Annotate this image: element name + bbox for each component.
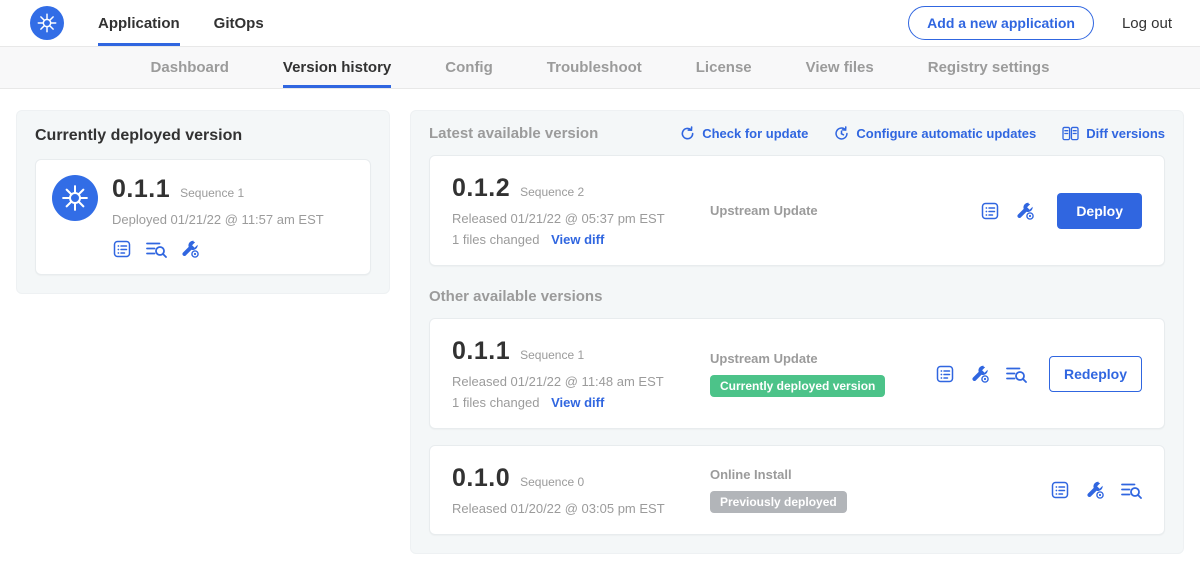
- deployed-version-number: 0.1.1: [112, 175, 170, 204]
- subnav-item-license[interactable]: License: [696, 47, 752, 88]
- check-for-update-label: Check for update: [702, 126, 808, 141]
- configure-automatic-updates-label: Configure automatic updates: [856, 126, 1036, 141]
- diff-versions-label: Diff versions: [1086, 126, 1165, 141]
- check-for-update-link[interactable]: Check for update: [680, 126, 808, 141]
- view-diff-link[interactable]: View diff: [551, 232, 604, 247]
- diff-versions-link[interactable]: Diff versions: [1062, 126, 1165, 141]
- redeploy-button[interactable]: Redeploy: [1049, 356, 1142, 392]
- subnav-item-config[interactable]: Config: [445, 47, 492, 88]
- edit-config-icon[interactable]: [1015, 201, 1035, 221]
- auto-update-clock-icon: [834, 126, 849, 141]
- deployed-version-card: 0.1.1 Sequence 1 Deployed 01/21/22 @ 11:…: [35, 159, 371, 275]
- subnav-item-registry-settings[interactable]: Registry settings: [928, 47, 1050, 88]
- diff-columns-icon: [1062, 126, 1079, 141]
- kubernetes-logo-icon: [30, 6, 64, 40]
- edit-config-icon[interactable]: [180, 239, 200, 259]
- other-versions-title: Other available versions: [429, 288, 1165, 305]
- edit-config-icon[interactable]: [1085, 480, 1105, 500]
- view-files-icon[interactable]: [145, 239, 167, 259]
- sequence-label: Sequence 1: [520, 348, 584, 362]
- app-logo-icon: [52, 175, 98, 221]
- tab-gitops-label: GitOps: [214, 15, 264, 32]
- release-notes-icon[interactable]: [935, 364, 955, 384]
- tab-application[interactable]: Application: [98, 0, 180, 46]
- deployed-sequence-label: Sequence 1: [180, 186, 244, 200]
- tab-application-label: Application: [98, 15, 180, 32]
- files-changed-count: 1 files changed: [452, 395, 539, 410]
- subnav-item-dashboard[interactable]: Dashboard: [151, 47, 229, 88]
- released-timestamp: Released 01/21/22 @ 11:48 am EST: [452, 374, 710, 389]
- deploy-button[interactable]: Deploy: [1057, 193, 1142, 229]
- edit-config-icon[interactable]: [970, 364, 990, 384]
- version-number: 0.1.1: [452, 337, 510, 366]
- add-application-button[interactable]: Add a new application: [908, 6, 1094, 40]
- main-content: Currently deployed version 0.1.1 Sequenc…: [0, 89, 1200, 575]
- version-source-label: Online Install: [710, 467, 1040, 482]
- subnav-item-view-files[interactable]: View files: [806, 47, 874, 88]
- app-sub-nav: Dashboard Version history Config Trouble…: [0, 47, 1200, 89]
- version-number: 0.1.0: [452, 464, 510, 493]
- release-notes-icon[interactable]: [112, 239, 132, 259]
- top-bar: Application GitOps Add a new application…: [0, 0, 1200, 47]
- refresh-icon: [680, 126, 695, 141]
- view-files-icon[interactable]: [1005, 364, 1027, 384]
- configure-automatic-updates-link[interactable]: Configure automatic updates: [834, 126, 1036, 141]
- version-source-label: Upstream Update: [710, 351, 925, 366]
- version-card: 0.1.2 Sequence 2 Released 01/21/22 @ 05:…: [429, 155, 1165, 266]
- version-source-label: Upstream Update: [710, 203, 970, 218]
- version-number: 0.1.2: [452, 174, 510, 203]
- version-card: 0.1.1 Sequence 1 Released 01/21/22 @ 11:…: [429, 318, 1165, 429]
- release-notes-icon[interactable]: [980, 201, 1000, 221]
- subnav-item-troubleshoot[interactable]: Troubleshoot: [547, 47, 642, 88]
- previously-deployed-badge: Previously deployed: [710, 491, 847, 513]
- sequence-label: Sequence 2: [520, 185, 584, 199]
- tab-gitops[interactable]: GitOps: [214, 0, 264, 46]
- subnav-item-version-history[interactable]: Version history: [283, 47, 391, 88]
- logout-link[interactable]: Log out: [1122, 15, 1172, 32]
- version-card: 0.1.0 Sequence 0 Released 01/20/22 @ 03:…: [429, 445, 1165, 535]
- available-versions-panel: Latest available version Check for updat…: [410, 110, 1184, 554]
- currently-deployed-panel: Currently deployed version 0.1.1 Sequenc…: [16, 110, 390, 294]
- view-diff-link[interactable]: View diff: [551, 395, 604, 410]
- view-files-icon[interactable]: [1120, 480, 1142, 500]
- latest-available-title: Latest available version: [429, 125, 598, 142]
- released-timestamp: Released 01/20/22 @ 03:05 pm EST: [452, 501, 710, 516]
- deployed-timestamp: Deployed 01/21/22 @ 11:57 am EST: [112, 212, 324, 227]
- currently-deployed-badge: Currently deployed version: [710, 375, 885, 397]
- sequence-label: Sequence 0: [520, 475, 584, 489]
- released-timestamp: Released 01/21/22 @ 05:37 pm EST: [452, 211, 710, 226]
- release-notes-icon[interactable]: [1050, 480, 1070, 500]
- files-changed-count: 1 files changed: [452, 232, 539, 247]
- currently-deployed-title: Currently deployed version: [35, 127, 371, 145]
